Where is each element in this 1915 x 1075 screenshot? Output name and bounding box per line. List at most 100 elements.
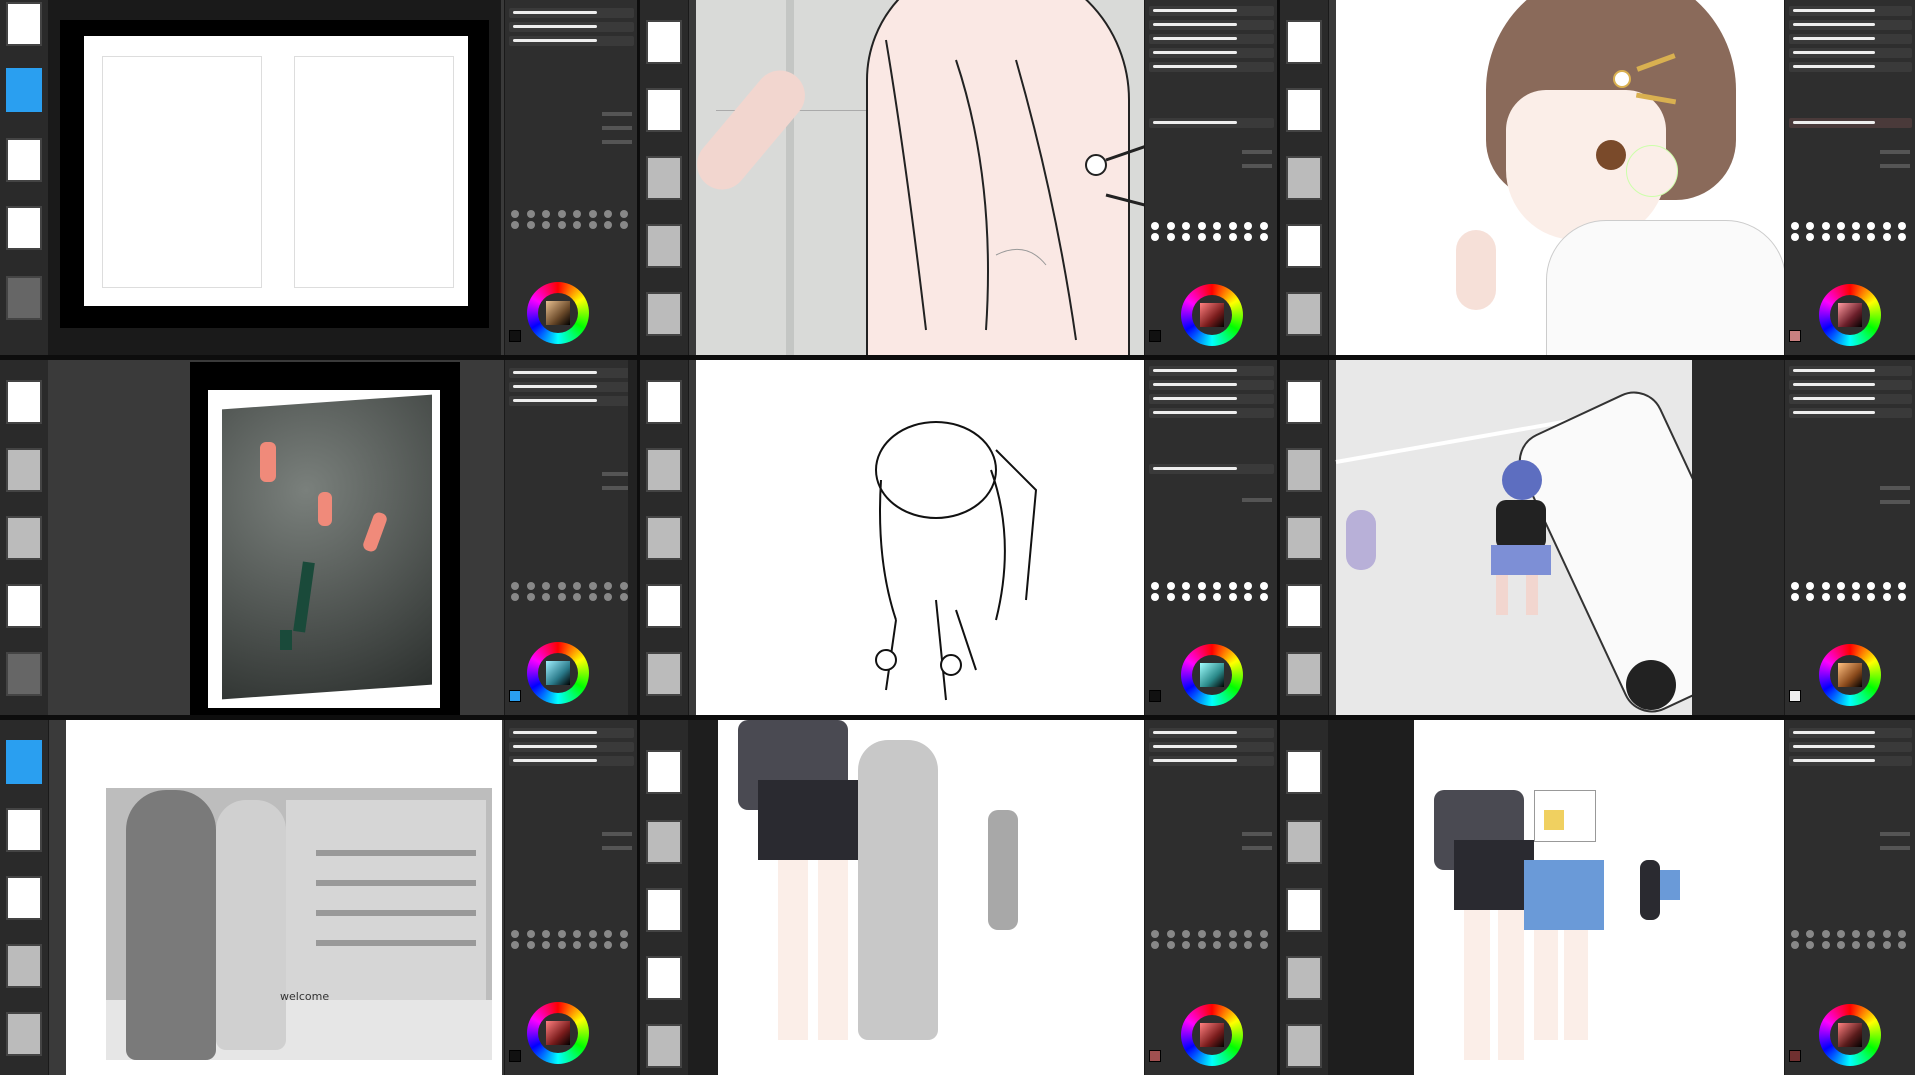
brush-preset[interactable] [1789,20,1912,30]
page-thumb-selected[interactable] [6,68,42,112]
page-thumb[interactable] [6,652,42,696]
brush-size-palette[interactable] [511,582,632,601]
color-wheel[interactable] [1181,284,1243,346]
page-list[interactable] [1280,360,1329,715]
page-thumb[interactable] [1286,88,1322,132]
tool-property[interactable] [1789,162,1912,170]
brush-preset[interactable] [1149,408,1274,418]
page-thumb[interactable] [6,808,42,852]
canvas-3d-stage[interactable] [190,362,460,715]
brush-preset[interactable] [1149,742,1274,752]
tool-property[interactable] [509,830,634,838]
brush-size-palette[interactable] [1151,582,1272,601]
page-thumb[interactable] [1286,1024,1322,1068]
brush-preset[interactable] [1149,20,1274,30]
brush-size-palette[interactable] [1791,930,1910,949]
color-wheel[interactable] [527,1002,589,1064]
tool-property[interactable] [509,110,634,118]
color-wheel[interactable] [1819,1004,1881,1066]
page-thumb[interactable] [646,750,682,794]
tool-property[interactable] [1789,484,1912,492]
page-thumb[interactable] [646,88,682,132]
tool-property[interactable] [1789,148,1912,156]
drawing-canvas[interactable] [1414,720,1784,1075]
page-list[interactable] [1280,0,1329,355]
page-thumb[interactable] [6,276,42,320]
canvas-area[interactable] [48,0,501,355]
brush-preset[interactable] [1789,756,1912,766]
page-thumb[interactable] [1286,20,1322,64]
drawing-canvas[interactable] [696,360,1144,715]
page-thumb[interactable] [646,516,682,560]
page-thumb[interactable] [6,380,42,424]
color-swatch[interactable] [509,1050,521,1062]
page-thumb[interactable] [1286,956,1322,1000]
page-thumb[interactable] [646,652,682,696]
color-swatch[interactable] [1789,690,1801,702]
brush-preset[interactable] [1789,118,1912,128]
page-thumb[interactable] [6,138,42,182]
brush-preset[interactable] [1149,728,1274,738]
page-thumb[interactable] [646,956,682,1000]
brush-preset[interactable] [509,22,634,32]
page-thumb[interactable] [6,448,42,492]
page-list[interactable] [1280,720,1329,1075]
brush-preset[interactable] [1789,394,1912,404]
color-swatch[interactable] [1789,330,1801,342]
brush-size-palette[interactable] [1151,222,1272,241]
page-thumb[interactable] [646,888,682,932]
page-list[interactable] [0,720,49,1075]
page-thumb[interactable] [1286,292,1322,336]
page-thumb[interactable] [6,206,42,250]
tool-property[interactable] [1149,830,1274,838]
page-thumb[interactable] [6,1012,42,1056]
page-thumb[interactable] [1286,584,1322,628]
brush-preset[interactable] [1149,6,1274,16]
brush-preset[interactable] [1149,118,1274,128]
color-swatch[interactable] [509,690,521,702]
brush-preset[interactable] [1149,756,1274,766]
page-thumb[interactable] [6,2,42,46]
page-thumb[interactable] [1286,652,1322,696]
brush-preset[interactable] [1789,380,1912,390]
brush-preset[interactable] [509,742,634,752]
color-swatch[interactable] [1149,1050,1161,1062]
color-wheel[interactable] [1181,644,1243,706]
tool-property[interactable] [1149,148,1274,156]
page-list[interactable] [0,0,49,355]
tool-property[interactable] [1789,830,1912,838]
brush-preset[interactable] [509,36,634,46]
brush-size-palette[interactable] [511,930,632,949]
tool-property[interactable] [509,470,634,478]
page-list[interactable] [640,0,689,355]
color-wheel[interactable] [1819,644,1881,706]
brush-preset[interactable] [1149,366,1274,376]
brush-preset[interactable] [1789,366,1912,376]
color-wheel[interactable] [527,282,589,344]
page-thumb[interactable] [6,876,42,920]
tool-property[interactable] [509,138,634,146]
brush-preset[interactable] [509,396,634,406]
brush-preset[interactable] [1789,6,1912,16]
page-thumb-selected[interactable] [6,740,42,784]
side-scrollbar[interactable] [628,360,637,715]
brush-preset[interactable] [1789,728,1912,738]
page-thumb[interactable] [646,820,682,864]
brush-size-palette[interactable] [511,210,632,229]
color-swatch[interactable] [1149,690,1161,702]
tool-property[interactable] [1789,844,1912,852]
brush-preset[interactable] [1149,62,1274,72]
color-swatch[interactable] [509,330,521,342]
page-thumb[interactable] [646,584,682,628]
page-thumb[interactable] [1286,156,1322,200]
brush-preset[interactable] [509,8,634,18]
color-swatch[interactable] [1149,330,1161,342]
brush-preset[interactable] [1149,464,1274,474]
brush-size-palette[interactable] [1791,222,1910,241]
page-thumb[interactable] [1286,516,1322,560]
tool-property[interactable] [1149,844,1274,852]
page-thumb[interactable] [646,380,682,424]
drawing-canvas[interactable] [1335,360,1778,715]
page-list[interactable] [640,720,689,1075]
page-thumb[interactable] [6,516,42,560]
